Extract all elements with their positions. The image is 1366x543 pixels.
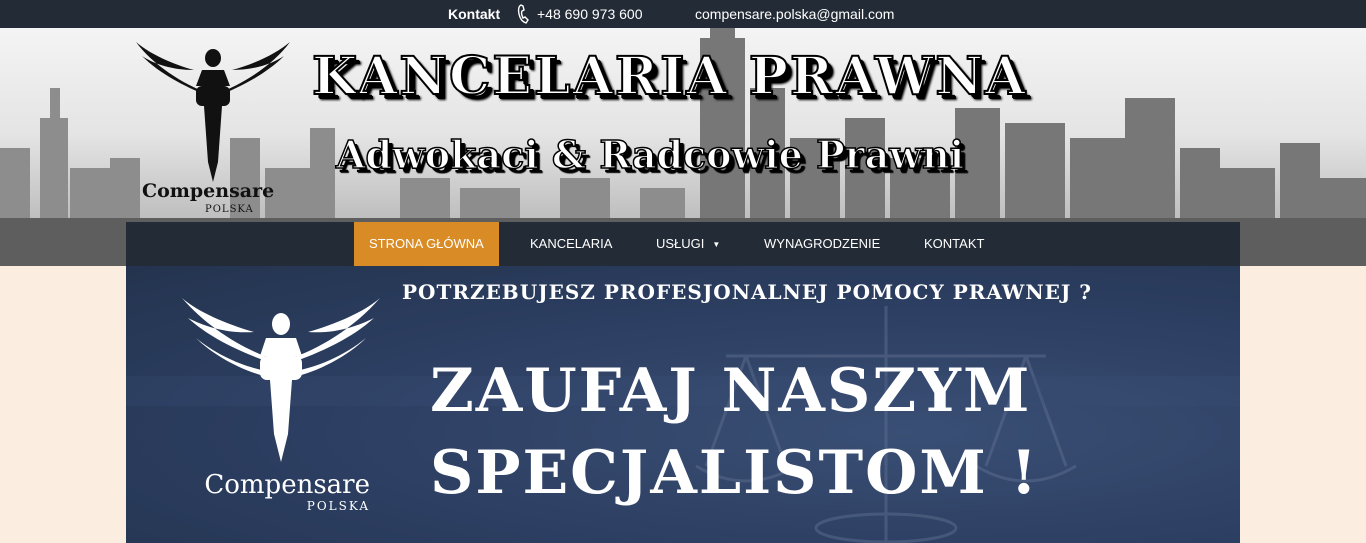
nav-item-kancelaria[interactable]: KANCELARIA	[530, 222, 612, 266]
nav-item-uslugi[interactable]: USŁUGI ▼	[656, 222, 720, 266]
hero-brand-name: Compensare	[204, 470, 370, 500]
top-contact-bar: Kontakt +48 690 973 600 compensare.polsk…	[0, 0, 1366, 28]
nav-item-wynagrodzenie[interactable]: WYNAGRODZENIE	[764, 222, 880, 266]
phone-icon	[517, 4, 529, 24]
nav-item-label: WYNAGRODZENIE	[764, 236, 881, 251]
nav-item-kontakt[interactable]: KONTAKT	[924, 222, 984, 266]
nav-item-label: USŁUGI	[656, 236, 705, 251]
main-navigation: STRONA GŁÓWNA KANCELARIA USŁUGI ▼ WYNAGRO…	[126, 222, 1240, 266]
nav-item-home[interactable]: STRONA GŁÓWNA	[354, 222, 499, 266]
nav-item-label: KONTAKT	[924, 236, 985, 251]
hero-headline-line2: SPECJALISTOM !	[430, 438, 1040, 508]
banner-title: KANCELARIA PRAWNA	[311, 45, 1028, 108]
hero-slider: Compensare POLSKA POTRZEBUJESZ PROFESJON…	[126, 266, 1240, 543]
banner-subtitle: Adwokaci & Radcowie Prawni	[335, 131, 965, 178]
hero-question: POTRZEBUJESZ PROFESJONALNEJ POMOCY PRAWN…	[402, 280, 1093, 304]
email-link[interactable]: compensare.polska@gmail.com	[695, 6, 894, 22]
banner-brand-subtitle: POLSKA	[205, 204, 254, 215]
nav-item-label: KANCELARIA	[530, 236, 613, 251]
banner-brand-name: Compensare	[142, 180, 275, 202]
hero-headline-line1: ZAUFAJ NASZYM	[430, 356, 1032, 426]
caret-down-icon: ▼	[712, 239, 721, 249]
contact-label: Kontakt	[448, 6, 501, 22]
nav-item-label: STRONA GŁÓWNA	[369, 236, 484, 251]
phone-number-link[interactable]: +48 690 973 600	[537, 6, 643, 22]
hero-brand-subtitle: POLSKA	[306, 499, 370, 513]
